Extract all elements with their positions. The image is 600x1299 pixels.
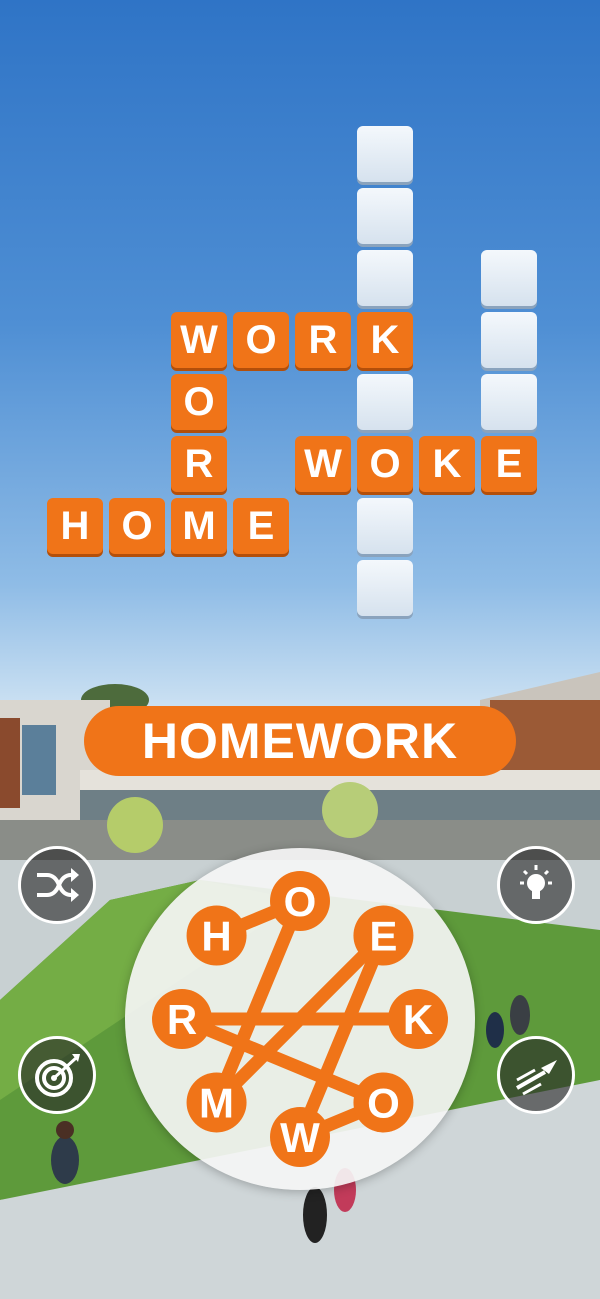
grid-letter-tile: W [295,436,351,492]
wheel-letter-r[interactable]: R [152,989,212,1049]
svg-text:E: E [369,913,397,960]
wheel-letter-h[interactable]: H [186,905,247,966]
grid-empty-tile [481,250,537,306]
grid-letter-tile: O [171,374,227,430]
letter-wheel[interactable]: OEKOWMRH [125,848,475,1190]
grid-letter-tile: R [171,436,227,492]
svg-text:R: R [167,996,197,1043]
grid-letter-tile: O [109,498,165,554]
grid-empty-tile [357,126,413,182]
wheel-letter-o[interactable]: O [353,1072,414,1133]
target-icon [35,1054,80,1097]
grid-empty-tile [357,560,413,616]
grid-letter-tile: W [171,312,227,368]
svg-text:W: W [280,1114,320,1161]
wheel-letter-m[interactable]: M [186,1072,247,1133]
lightbulb-icon [520,865,552,899]
grid-empty-tile [357,250,413,306]
grid-letter-tile: K [419,436,475,492]
wheel-letter-e[interactable]: E [353,905,414,966]
grid-letter-tile: E [481,436,537,492]
grid-letter-tile: M [171,498,227,554]
wheel-letter-o[interactable]: O [270,871,330,931]
hint-button[interactable] [497,846,575,924]
current-word-banner: HOMEWORK [84,706,516,776]
shuffle-button[interactable] [18,846,96,924]
grid-empty-tile [481,312,537,368]
grid-empty-tile [357,374,413,430]
svg-text:K: K [403,996,433,1043]
svg-text:H: H [201,913,231,960]
current-word-text: HOMEWORK [141,713,459,769]
grid-letter-tile: R [295,312,351,368]
grid-letter-tile: E [233,498,289,554]
grid-letter-tile: H [47,498,103,554]
letter-wheel-svg: OEKOWMRH [152,871,448,1167]
rocket-icon [516,1060,557,1096]
grid-letter-tile: K [357,312,413,368]
rocket-button[interactable] [497,1036,575,1114]
svg-text:M: M [199,1079,234,1126]
game-background: WORKORWOKEHOME HOMEWORK OEKOWMRH [0,0,600,1299]
grid-empty-tile [357,498,413,554]
wheel-letter-k[interactable]: K [388,989,448,1049]
grid-empty-tile [357,188,413,244]
svg-text:O: O [367,1079,400,1126]
target-button[interactable] [18,1036,96,1114]
grid-letter-tile: O [233,312,289,368]
grid-letter-tile: O [357,436,413,492]
grid-empty-tile [481,374,537,430]
shuffle-icon [37,868,79,902]
wheel-letter-w[interactable]: W [270,1107,330,1167]
svg-text:O: O [284,878,317,925]
